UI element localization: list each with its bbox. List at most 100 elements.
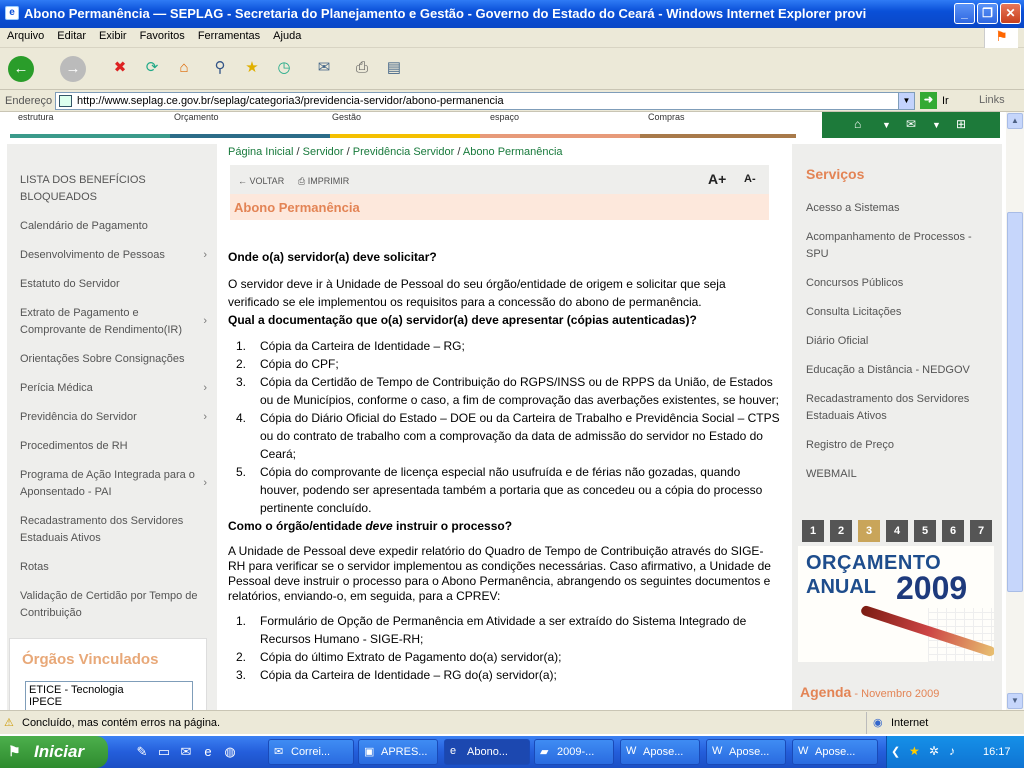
service-webmail[interactable]: WEBMAIL — [806, 466, 986, 483]
task-aposentadoria-3[interactable]: W Apose... — [792, 739, 878, 765]
edit-icon[interactable]: ▤ — [382, 56, 406, 80]
go-button[interactable]: ➜ Ir — [920, 92, 970, 110]
search-icon[interactable]: ⚲ — [208, 56, 232, 80]
mail-icon[interactable]: ✉ — [312, 56, 336, 80]
sidebar-item-consignacoes[interactable]: Orientações Sobre Consignações — [20, 351, 200, 368]
pager-button[interactable]: 6 — [942, 520, 964, 542]
tray-network-icon[interactable]: ✲ — [929, 744, 939, 758]
sidebar-item-estatuto[interactable]: Estatuto do Servidor — [20, 276, 200, 293]
sidebar-item-desenvolvimento[interactable]: Desenvolvimento de Pessoas › — [20, 247, 207, 264]
task-aposentadoria-2[interactable]: W Apose... — [706, 739, 786, 765]
font-increase-button[interactable]: A+ — [708, 171, 726, 187]
topnav-gestao[interactable]: Gestão — [330, 112, 480, 138]
show-desktop-icon[interactable]: ▭ — [156, 744, 172, 760]
scroll-up-icon[interactable]: ▲ — [1007, 113, 1023, 129]
forward-arrow-icon[interactable]: → — [60, 56, 86, 82]
sitemap-icon[interactable]: ⊞ — [956, 117, 966, 131]
stop-icon[interactable]: ✖ — [108, 56, 132, 80]
home-icon[interactable]: ⌂ — [172, 56, 196, 80]
task-apresentacao[interactable]: ▣ APRES... — [358, 739, 438, 765]
service-recadastramento[interactable]: Recadastramento dos Servidores Estaduais… — [806, 391, 986, 425]
service-nedgov[interactable]: Educação a Distância - NEDGOV — [806, 362, 986, 379]
pager-button[interactable]: 4 — [886, 520, 908, 542]
outlook-icon[interactable]: ✉ — [178, 744, 194, 760]
scroll-down-icon[interactable]: ▼ — [1007, 693, 1023, 709]
task-correio[interactable]: ✉ Correi... — [268, 739, 354, 765]
print-link[interactable]: ⎙ IMPRIMIR — [298, 176, 349, 187]
sidebar-item-validacao[interactable]: Validação de Certidão por Tempo de Contr… — [20, 588, 200, 622]
sidebar-item-previdencia[interactable]: Previdência do Servidor › — [20, 409, 207, 426]
breadcrumb-home[interactable]: Página Inicial — [228, 146, 293, 158]
pager-button[interactable]: 2 — [830, 520, 852, 542]
sidebar-item-recadastramento[interactable]: Recadastramento dos Servidores Estaduais… — [20, 513, 200, 547]
address-url[interactable]: http://www.seplag.ce.gov.br/seplag/categ… — [77, 95, 504, 107]
start-button[interactable]: ⚑ Iniciar — [0, 736, 108, 768]
sidebar-item-rotas[interactable]: Rotas — [20, 559, 200, 576]
font-decrease-button[interactable]: A- — [744, 173, 756, 185]
topnav-label: estrutura — [18, 112, 54, 122]
tray-star-icon[interactable]: ★ — [909, 744, 920, 758]
sidebar-item-pai[interactable]: Programa de Ação Integrada para o Aponse… — [20, 467, 207, 501]
address-input[interactable]: http://www.seplag.ce.gov.br/seplag/categ… — [55, 92, 915, 110]
menu-exibir[interactable]: Exibir — [92, 28, 133, 42]
task-folder-2009[interactable]: ▰ 2009-... — [534, 739, 614, 765]
menu-favoritos[interactable]: Favoritos — [133, 28, 191, 42]
sidebar-item-extrato[interactable]: Extrato de Pagamento e Comprovante de Re… — [20, 305, 207, 339]
refresh-icon[interactable]: ⟳ — [140, 56, 164, 80]
scroll-thumb[interactable] — [1007, 212, 1023, 592]
quicklaunch-icon[interactable]: ✎ — [134, 744, 150, 760]
links-button[interactable]: Links — [979, 94, 1005, 106]
history-icon[interactable]: ◷ — [272, 56, 296, 80]
task-aposentadoria-1[interactable]: W Apose... — [620, 739, 700, 765]
topnav-orcamento[interactable]: Orçamento — [170, 112, 330, 138]
pager-button[interactable]: 5 — [914, 520, 936, 542]
print-icon[interactable]: ⎙ — [350, 56, 374, 80]
sidebar-item-pericia[interactable]: Perícia Médica › — [20, 380, 207, 397]
home-icon[interactable]: ⌂ — [854, 117, 861, 131]
close-button[interactable]: ✕ — [1000, 3, 1021, 24]
firefox-icon[interactable]: ◍ — [222, 744, 238, 760]
topnav-compras[interactable]: Compras — [640, 112, 796, 138]
ie-icon: e — [5, 6, 19, 20]
task-abono[interactable]: e Abono... — [444, 739, 530, 765]
topnav-estrutura[interactable]: estrutura — [10, 112, 170, 138]
orcamento-banner[interactable]: ORÇAMENTO ANUAL 2009 — [798, 546, 994, 662]
sidebar-item-procedimentos[interactable]: Procedimentos de RH — [20, 438, 200, 455]
service-registro-preco[interactable]: Registro de Preço — [806, 437, 986, 454]
back-arrow-icon[interactable]: ← — [8, 56, 34, 82]
menu-arquivo[interactable]: Arquivo — [0, 28, 50, 42]
tray-volume-icon[interactable]: ♪ — [949, 744, 955, 758]
menu-ajuda[interactable]: Ajuda — [266, 28, 307, 42]
topnav-espaco[interactable]: espaço — [480, 112, 640, 138]
service-licitacoes[interactable]: Consulta Licitações — [806, 304, 986, 321]
sidebar-item-beneficios-bloqueados[interactable]: LISTA DOS BENEFÍCIOS BLOQUEADOS — [20, 172, 200, 206]
favorites-star-icon[interactable]: ★ — [240, 56, 264, 80]
org-option[interactable]: IPECE — [26, 696, 192, 708]
minimize-button[interactable]: _ — [954, 3, 975, 24]
down-arrow-icon[interactable]: ▼ — [932, 120, 941, 130]
service-concursos[interactable]: Concursos Públicos — [806, 275, 986, 292]
breadcrumb-servidor[interactable]: Servidor — [303, 146, 344, 158]
vertical-scrollbar[interactable]: ▲ ▼ — [1006, 112, 1024, 710]
maximize-button[interactable]: ❐ — [977, 3, 998, 24]
org-option[interactable]: ETICE - Tecnologia — [26, 682, 192, 696]
menu-editar[interactable]: Editar — [50, 28, 92, 42]
pager-button[interactable]: 7 — [970, 520, 992, 542]
menu-ferramentas[interactable]: Ferramentas — [191, 28, 266, 42]
ie-icon[interactable]: e — [200, 744, 216, 760]
pager-button-active[interactable]: 3 — [858, 520, 880, 542]
back-link[interactable]: ← VOLTAR — [238, 176, 284, 186]
address-dropdown-icon[interactable]: ▼ — [898, 93, 914, 109]
service-acesso-sistemas[interactable]: Acesso a Sistemas — [806, 200, 986, 217]
pager-button[interactable]: 1 — [802, 520, 824, 542]
tray-expand-icon[interactable]: ❮ — [891, 745, 900, 758]
sidebar-item-calendario[interactable]: Calendário de Pagamento — [20, 218, 200, 235]
service-diario-oficial[interactable]: Diário Oficial — [806, 333, 986, 350]
orgaos-listbox[interactable]: ETICE - Tecnologia IPECE — [25, 681, 193, 710]
warning-icon[interactable]: ⚠ — [4, 716, 18, 729]
down-arrow-icon[interactable]: ▼ — [882, 120, 891, 130]
mail-icon[interactable]: ✉ — [906, 117, 916, 131]
breadcrumb-previdencia[interactable]: Previdência Servidor — [353, 146, 455, 158]
breadcrumb-current[interactable]: Abono Permanência — [463, 146, 563, 158]
service-spu[interactable]: Acompanhamento de Processos - SPU — [806, 229, 986, 263]
